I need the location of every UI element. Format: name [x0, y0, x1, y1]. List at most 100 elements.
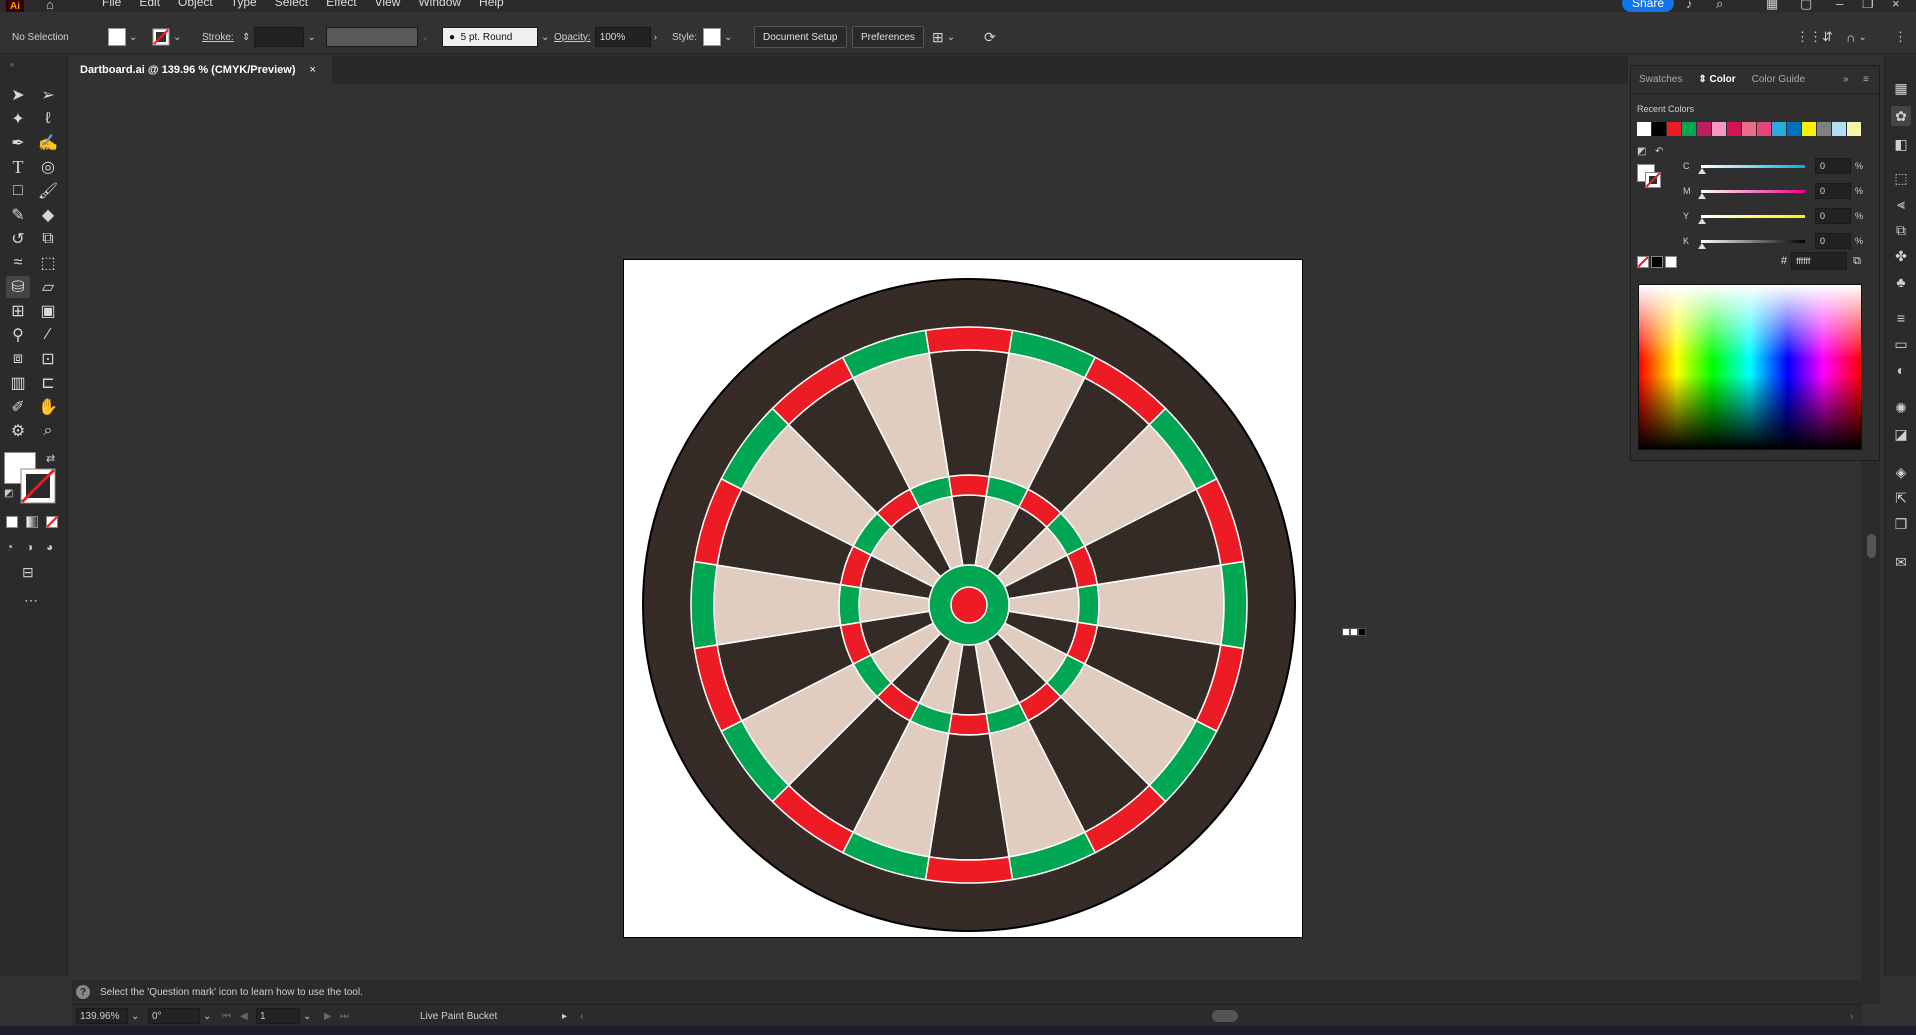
home-icon[interactable]: ⌂: [46, 0, 64, 12]
bullseye[interactable]: [950, 586, 988, 624]
recolor-icon[interactable]: ⟳: [984, 29, 996, 46]
search-icon[interactable]: ⌕: [1716, 0, 1723, 12]
draw-mode-icon[interactable]: ◔: [6, 540, 13, 554]
dartboard-segment-treble[interactable]: [1076, 583, 1100, 627]
artboard-number-input[interactable]: 1: [256, 1008, 300, 1024]
recent-color-swatch[interactable]: [1727, 122, 1741, 136]
fill-swatch[interactable]: [108, 28, 126, 46]
chevron-down-icon[interactable]: ⌄: [307, 32, 315, 43]
out-of-gamut-icon[interactable]: ⧉: [1853, 255, 1861, 268]
graphic-style-swatch[interactable]: [703, 28, 722, 46]
blend-tool-icon[interactable]: ⧈: [6, 348, 30, 370]
color-spectrum[interactable]: [1638, 284, 1862, 450]
channel-value-input[interactable]: 0: [1815, 233, 1851, 249]
next-artboard-icon[interactable]: ▶: [324, 1008, 332, 1024]
chevron-down-icon[interactable]: ⌄: [303, 1011, 311, 1022]
gradient-mode-icon[interactable]: [26, 516, 38, 528]
channel-track[interactable]: [1698, 164, 1805, 174]
rectangle-tool-icon[interactable]: □: [6, 180, 30, 202]
restore-icon[interactable]: ❐: [1862, 0, 1874, 12]
expand-panel-icon[interactable]: »: [1835, 74, 1857, 85]
recent-color-swatch[interactable]: [1682, 122, 1696, 136]
preferences-button[interactable]: Preferences: [852, 26, 924, 48]
default-fill-stroke-icon[interactable]: ◩: [4, 488, 13, 499]
perspective-grid-tool-icon[interactable]: ▱: [36, 276, 60, 298]
none-color-icon[interactable]: [1637, 256, 1649, 268]
hand-tool-icon[interactable]: ✋: [36, 396, 60, 418]
stroke-stepper-icon[interactable]: ⇕: [242, 32, 250, 43]
recent-color-swatch[interactable]: [1742, 122, 1756, 136]
canvas-area[interactable]: [72, 84, 1628, 979]
recent-color-swatch[interactable]: [1712, 122, 1726, 136]
recent-color-swatch[interactable]: [1847, 122, 1861, 136]
swap-colors-icon[interactable]: ↶: [1655, 146, 1663, 157]
recent-color-swatch[interactable]: [1757, 122, 1771, 136]
recent-color-swatch[interactable]: [1772, 122, 1786, 136]
transform-panel-icon[interactable]: ⬚: [1891, 168, 1911, 188]
zoom-input[interactable]: 139.96%: [76, 1008, 128, 1024]
stroke-color-box[interactable]: [20, 468, 56, 504]
fill-control[interactable]: ⌄: [108, 26, 137, 48]
rotate-tool-icon[interactable]: ↺: [6, 228, 30, 250]
recent-color-swatch[interactable]: [1802, 122, 1816, 136]
dartboard-segment-double[interactable]: [690, 560, 718, 650]
draw-inside-icon[interactable]: ◕: [46, 540, 53, 554]
channel-value-input[interactable]: 0: [1815, 208, 1851, 224]
slider-knob[interactable]: [1698, 217, 1706, 224]
brushes-icon[interactable]: ✤: [1891, 246, 1911, 266]
recent-color-swatch[interactable]: [1667, 122, 1681, 136]
dartboard-segment-treble[interactable]: [947, 712, 991, 736]
scroll-right-icon[interactable]: ›: [1850, 1008, 1853, 1024]
align-panel-icon[interactable]: ⫷: [1891, 194, 1911, 214]
horizontal-scroll-thumb[interactable]: [1212, 1010, 1238, 1022]
artboards-icon[interactable]: ❐: [1891, 514, 1911, 534]
dartboard-segment-double[interactable]: [1220, 560, 1248, 650]
bell-icon[interactable]: ♪: [1686, 0, 1693, 12]
chevron-down-icon[interactable]: ⌄: [724, 32, 732, 43]
brush-definition[interactable]: ● 5 pt. Round: [442, 27, 538, 47]
channel-track[interactable]: [1698, 214, 1805, 224]
more-options-icon[interactable]: ⋮: [1894, 29, 1907, 45]
puppet-icon[interactable]: ∩: [1846, 30, 1855, 45]
menu-edit[interactable]: Edit: [139, 0, 160, 12]
arrange-icon[interactable]: ⊞: [932, 29, 944, 46]
tab-color-guide[interactable]: Color Guide: [1744, 74, 1813, 85]
artboard-tool-icon[interactable]: ⊏: [36, 372, 60, 394]
document-tab[interactable]: Dartboard.ai @ 139.96 % (CMYK/Preview) ×: [72, 56, 332, 84]
menu-select[interactable]: Select: [275, 0, 308, 12]
menu-object[interactable]: Object: [178, 0, 213, 12]
channel-track[interactable]: [1698, 239, 1805, 249]
rotate-view-input[interactable]: 0°: [148, 1008, 200, 1024]
close-window-icon[interactable]: ×: [1892, 0, 1900, 12]
measure-tool-icon[interactable]: ⁄: [36, 324, 60, 346]
dartboard-segment-treble[interactable]: [947, 474, 991, 498]
slice-tool-icon[interactable]: ✐: [6, 396, 30, 418]
scroll-left-icon[interactable]: ‹: [580, 1008, 583, 1024]
menu-effect[interactable]: Effect: [326, 0, 356, 12]
mesh-tool-icon[interactable]: ⊞: [6, 300, 30, 322]
channel-value-input[interactable]: 0: [1815, 183, 1851, 199]
panel-menu-icon[interactable]: ≡: [1855, 74, 1877, 85]
comments-icon[interactable]: ✉: [1891, 552, 1911, 572]
transform-icon[interactable]: ⇵: [1822, 29, 1833, 45]
live-paint-bucket-tool-icon[interactable]: ⛁: [6, 276, 30, 298]
share-button[interactable]: Share: [1622, 0, 1674, 12]
document-setup-button[interactable]: Document Setup: [754, 26, 847, 48]
dartboard-artwork[interactable]: [624, 260, 1304, 939]
menu-window[interactable]: Window: [418, 0, 461, 12]
status-menu-icon[interactable]: ▸: [562, 1008, 567, 1024]
window-icon[interactable]: ▢: [1800, 0, 1812, 12]
gradient-tool-icon[interactable]: ▣: [36, 300, 60, 322]
lasso-tool-icon[interactable]: ℓ: [36, 108, 60, 130]
layers-icon[interactable]: ◈: [1891, 462, 1911, 482]
tab-swatches[interactable]: Swatches: [1631, 74, 1690, 85]
color-panel-icon[interactable]: ✿: [1891, 106, 1911, 126]
scale-tool-icon[interactable]: ⧉: [36, 228, 60, 250]
stroke-panel-icon[interactable]: ≡: [1891, 308, 1911, 328]
variable-width-profile[interactable]: [326, 27, 418, 47]
chevron-down-icon[interactable]: ⌄: [947, 32, 955, 43]
edit-toolbar-icon[interactable]: ⋯: [24, 592, 38, 609]
selection-tool-icon[interactable]: ➤: [6, 84, 30, 106]
menu-file[interactable]: File: [102, 0, 121, 12]
spiral-tool-icon[interactable]: ◎: [36, 156, 60, 178]
